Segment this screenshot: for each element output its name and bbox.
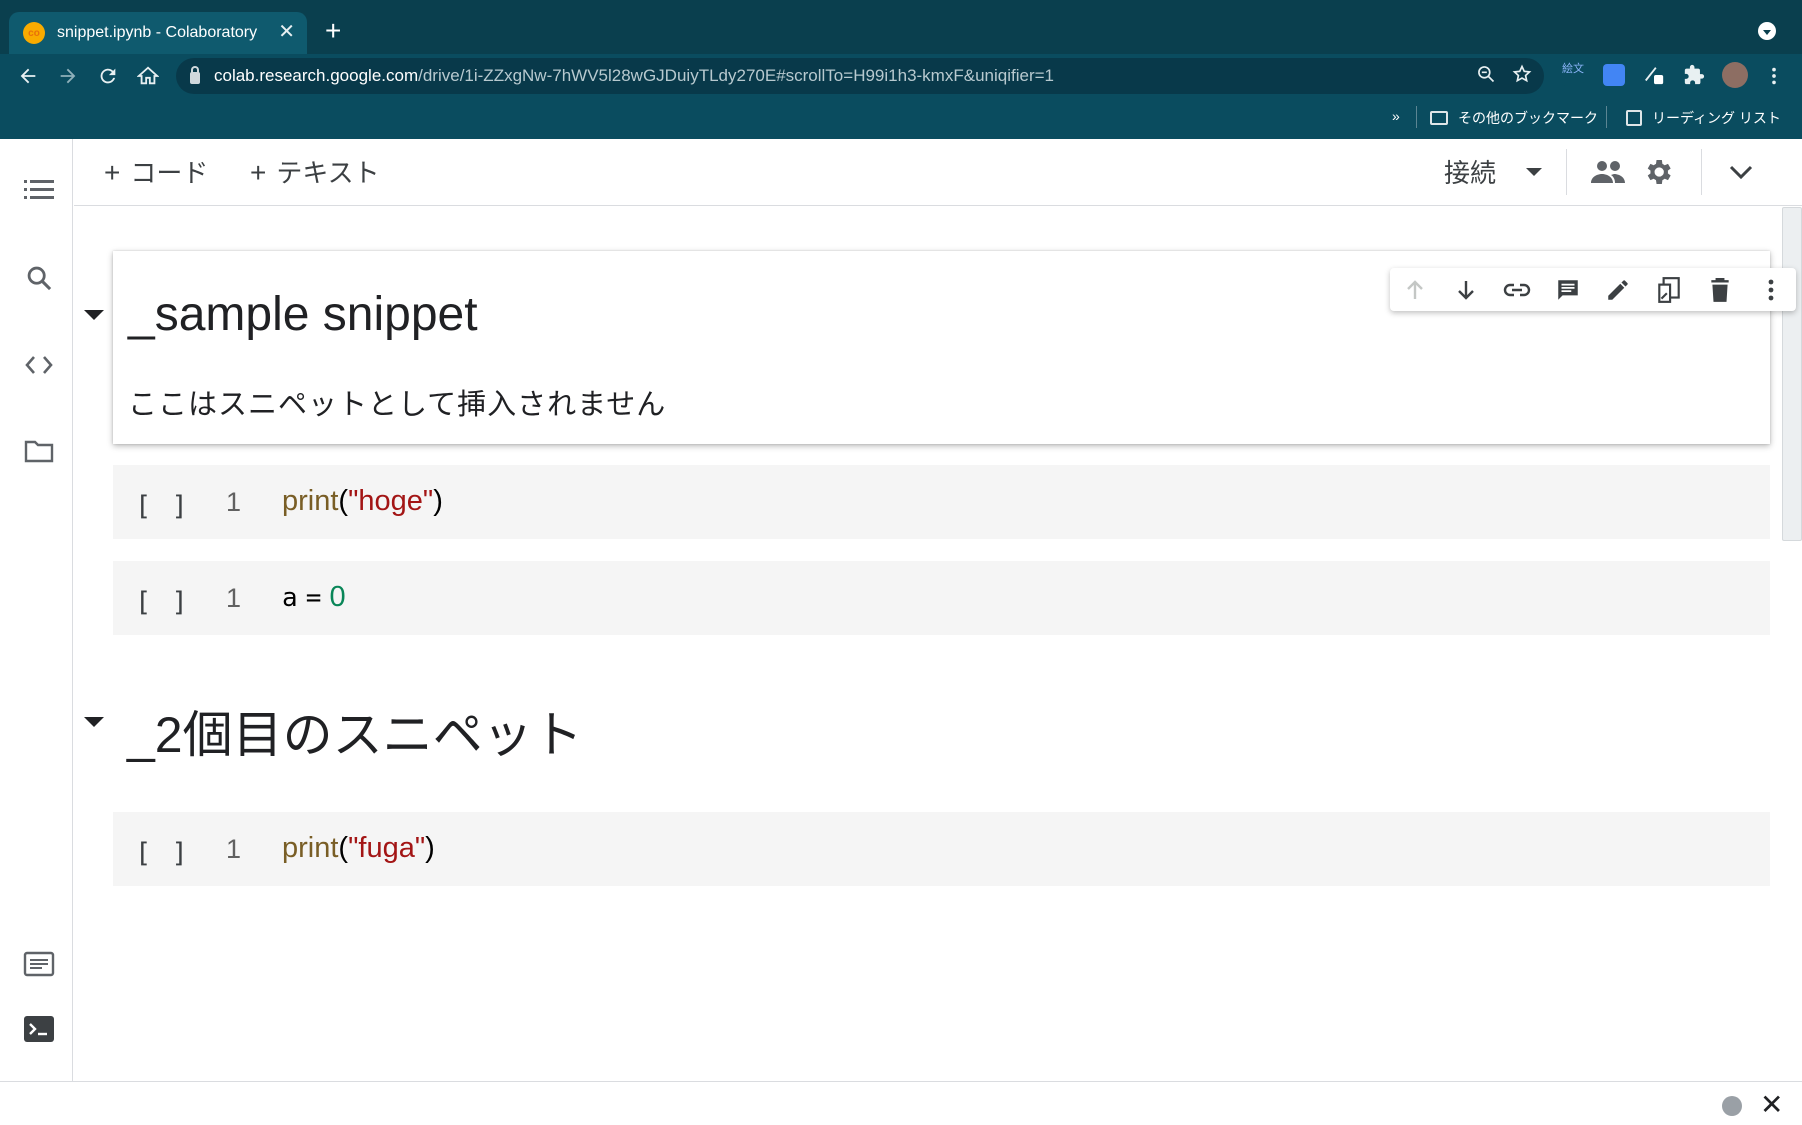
- run-cell-button[interactable]: [ ]: [135, 587, 190, 618]
- extension-pen-icon[interactable]: [1643, 64, 1665, 86]
- line-number: 1: [226, 487, 242, 517]
- share-people-icon[interactable]: [1589, 153, 1627, 191]
- settings-gear-icon[interactable]: [1639, 153, 1677, 191]
- tab-close-icon[interactable]: ✕: [278, 21, 295, 43]
- reading-list[interactable]: リーディング リスト: [1626, 108, 1781, 128]
- collapse-header-icon[interactable]: [1722, 153, 1760, 191]
- scrollbar-thumb[interactable]: [1782, 207, 1802, 541]
- command-palette-icon[interactable]: [22, 947, 56, 981]
- code-cell[interactable]: [ ] 1 a = 0: [113, 561, 1770, 635]
- code-line[interactable]: a = 0: [282, 581, 346, 614]
- browser-tab[interactable]: co snippet.ipynb - Colaboratory ✕: [9, 12, 307, 54]
- notebook-area: _sample snippet ここはスニペットとして挿入されません [] 1…: [74, 207, 1802, 1081]
- toolbar-divider: [1701, 149, 1702, 195]
- home-icon[interactable]: [134, 62, 162, 90]
- reload-icon[interactable]: [94, 62, 122, 90]
- folder-icon: [1430, 111, 1448, 125]
- add-code-label: コード: [130, 158, 209, 188]
- tab-strip: co snippet.ipynb - Colaboratory ✕ +: [0, 0, 1802, 54]
- zoom-icon[interactable]: [1476, 64, 1496, 90]
- section-heading: _sample snippet: [128, 288, 478, 341]
- add-code-cell-button[interactable]: + コード: [104, 153, 208, 190]
- terminal-icon[interactable]: [22, 1012, 56, 1046]
- delete-trash-icon[interactable]: [1695, 268, 1746, 311]
- move-down-icon[interactable]: [1441, 268, 1492, 311]
- add-text-cell-button[interactable]: + テキスト: [250, 153, 380, 190]
- markdown-paragraph: ここはスニペットとして挿入されません: [128, 389, 667, 421]
- address-bar[interactable]: colab.research.google.com/drive/1i-ZZxgN…: [176, 58, 1544, 94]
- code-line[interactable]: print("fuga"): [282, 832, 435, 865]
- colab-app: + コード + テキスト 接続 _sample snippet ここはスニペットとし…: [0, 139, 1802, 1125]
- connect-dropdown-icon[interactable]: [1526, 168, 1542, 176]
- other-bookmarks[interactable]: その他のブックマーク: [1430, 108, 1598, 128]
- tab-title: snippet.ipynb - Colaboratory: [57, 24, 258, 41]
- reading-list-icon: [1626, 110, 1642, 126]
- tab-search-icon[interactable]: [1758, 22, 1776, 40]
- other-bookmarks-label: その他のブックマーク: [1458, 110, 1598, 126]
- notebook-toolbar: + コード + テキスト 接続: [74, 139, 1802, 206]
- link-icon[interactable]: [1492, 268, 1543, 311]
- code-snippets-icon[interactable]: [22, 348, 56, 382]
- forward-icon[interactable]: [54, 62, 82, 90]
- close-status-icon[interactable]: ✕: [1760, 1088, 1783, 1121]
- line-number: 1: [226, 583, 242, 613]
- search-icon[interactable]: [22, 261, 56, 295]
- table-of-contents-icon[interactable]: [22, 173, 56, 207]
- run-cell-button[interactable]: [ ]: [135, 491, 190, 522]
- bookmark-divider: [1606, 106, 1607, 128]
- edit-pencil-icon[interactable]: [1593, 268, 1644, 311]
- section-heading: _2個目のスニペット: [127, 707, 583, 763]
- more-options-icon[interactable]: [1745, 268, 1796, 311]
- extension-blue-icon[interactable]: [1603, 64, 1625, 86]
- mirror-cell-icon[interactable]: [1644, 268, 1695, 311]
- add-text-label: テキスト: [276, 158, 380, 188]
- url-text: colab.research.google.com/drive/1i-ZZxgN…: [214, 66, 1054, 85]
- profile-avatar[interactable]: [1722, 62, 1748, 88]
- extensions-puzzle-icon[interactable]: [1683, 64, 1705, 86]
- plus-icon: +: [250, 157, 267, 188]
- connect-button[interactable]: 接続: [1444, 153, 1496, 190]
- code-cell[interactable]: [ ] 1 print("hoge"): [113, 465, 1770, 539]
- left-sidebar: [0, 139, 73, 1081]
- browser-chrome: co snippet.ipynb - Colaboratory ✕ + cola…: [0, 0, 1802, 139]
- bookmarks-overflow-icon[interactable]: »: [1392, 108, 1400, 124]
- bookmark-star-icon[interactable]: [1512, 64, 1532, 90]
- code-line[interactable]: print("hoge"): [282, 485, 443, 518]
- text-cell-selected[interactable]: _sample snippet ここはスニペットとして挿入されません: [113, 251, 1796, 444]
- plus-icon: +: [104, 157, 121, 188]
- line-number: 1: [226, 834, 242, 864]
- navigation-bar: colab.research.google.com/drive/1i-ZZxgN…: [0, 54, 1802, 96]
- lock-icon[interactable]: [190, 66, 200, 84]
- section-collapse-icon[interactable]: [84, 717, 104, 727]
- toolbar-divider: [1566, 149, 1567, 195]
- run-cell-button[interactable]: [ ]: [135, 838, 190, 869]
- move-up-icon[interactable]: [1390, 268, 1441, 311]
- translate-extension-icon[interactable]: 絵文: [1562, 64, 1584, 86]
- status-bar: ✕: [0, 1081, 1802, 1125]
- code-cell[interactable]: [ ] 1 print("fuga"): [113, 812, 1770, 886]
- runtime-status-icon[interactable]: [1722, 1096, 1742, 1116]
- files-folder-icon[interactable]: [22, 434, 56, 468]
- new-tab-button[interactable]: +: [325, 16, 341, 46]
- section-collapse-icon[interactable]: [84, 310, 104, 320]
- browser-menu-icon[interactable]: [1760, 62, 1788, 90]
- comment-icon[interactable]: [1542, 268, 1593, 311]
- bookmarks-bar: » その他のブックマーク リーディング リスト: [0, 96, 1802, 139]
- back-icon[interactable]: [14, 62, 42, 90]
- colab-favicon-icon: co: [23, 22, 45, 44]
- bookmark-divider: [1416, 106, 1417, 128]
- cell-toolbar: [1390, 268, 1796, 311]
- reading-list-label: リーディング リスト: [1652, 110, 1781, 126]
